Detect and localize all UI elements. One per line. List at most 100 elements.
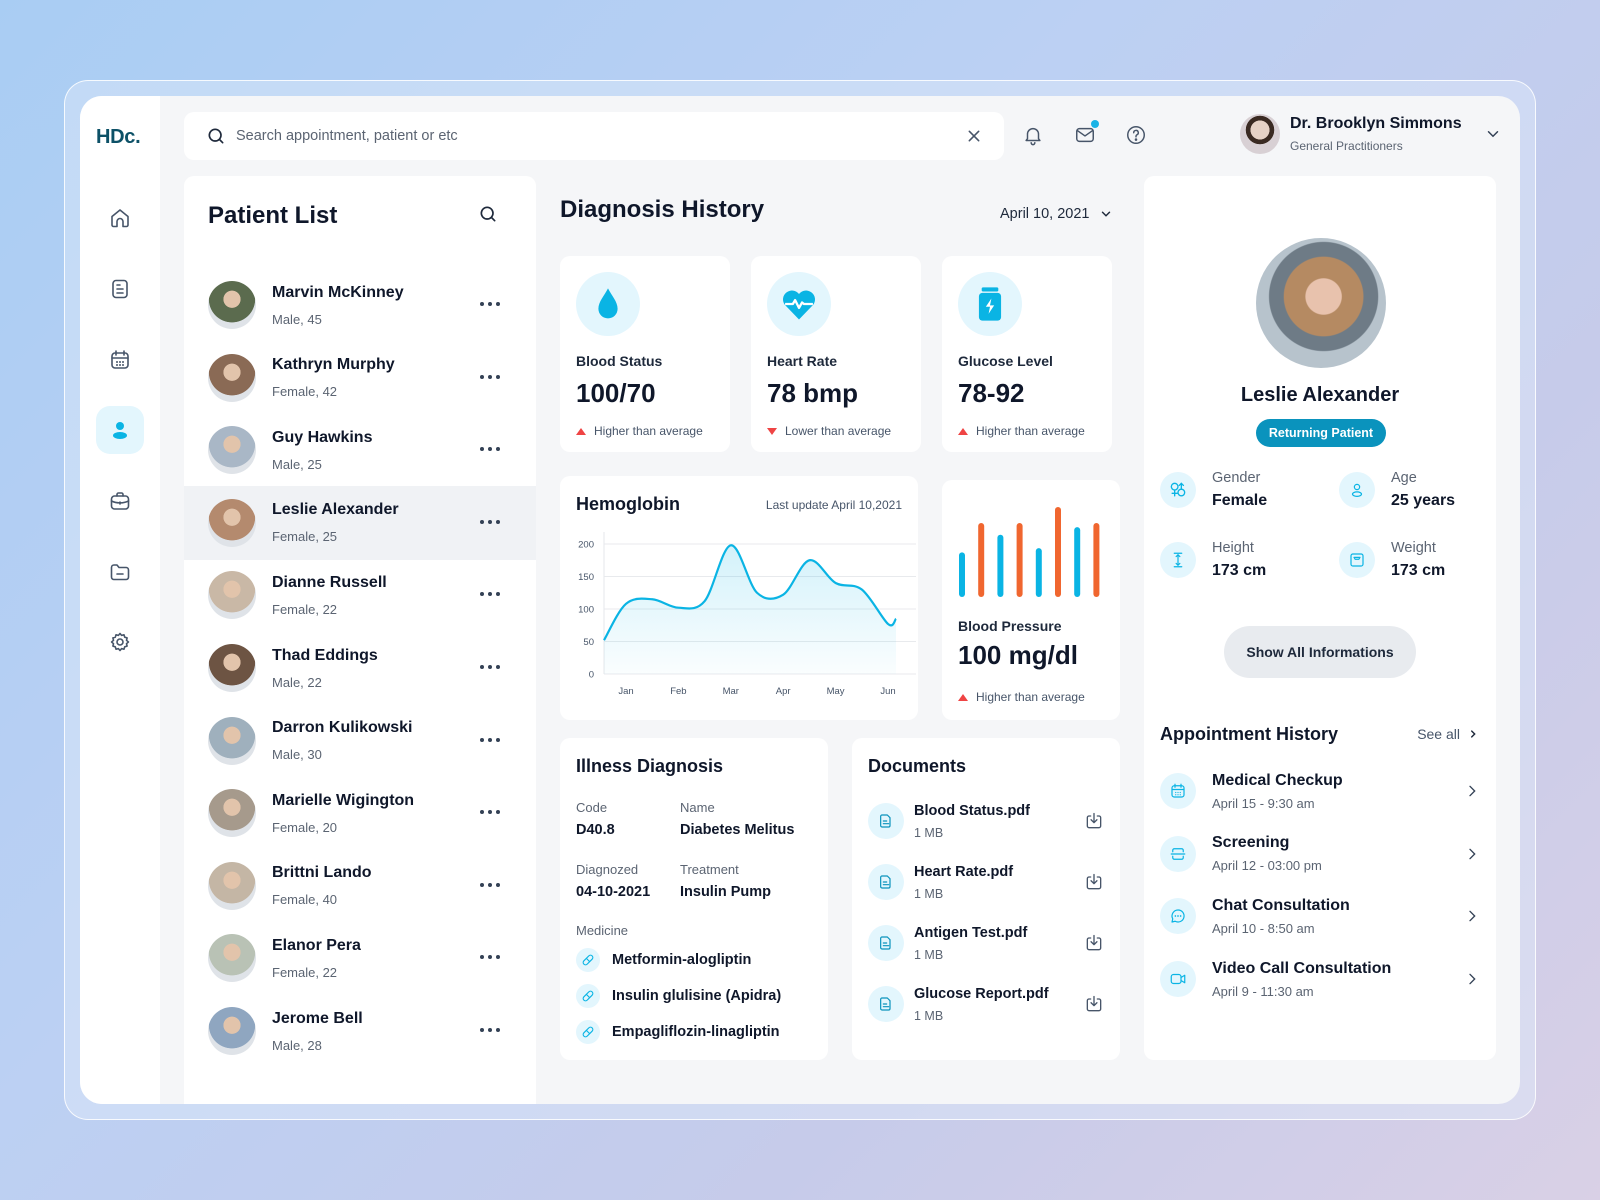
messages-button[interactable] [1072,120,1099,148]
bp-value: 100 mg/dl [958,640,1078,670]
attr-icon-bg [1339,472,1375,508]
patient-meta: Female, 22 [272,964,338,980]
trend-down-icon [767,427,777,435]
appointment-name: Screening [1212,834,1290,852]
appointment-name: Medical Checkup [1212,771,1343,789]
more-options-icon[interactable] [480,1024,504,1036]
stat-card-glucose[interactable]: Glucose Level 78-92 Higher than average [942,256,1112,452]
notifications-button[interactable] [1020,122,1046,148]
more-options-icon[interactable] [480,371,504,383]
document-icon [112,279,128,299]
download-icon[interactable] [1084,933,1104,953]
help-button[interactable] [1123,122,1149,148]
chevron-right-icon [1469,848,1476,860]
document-item[interactable]: Heart Rate.pdf 1 MB [868,857,1104,907]
patient-list-panel: Patient List Marvin McKinney Male, 45 Ka… [184,176,536,1104]
chevron-right-icon [1471,730,1476,738]
sidebar-item-folder[interactable] [96,548,144,596]
patient-row[interactable]: Brittni Lando Female, 40 [184,849,536,923]
search-icon[interactable] [478,204,498,224]
attr-value: Female [1212,492,1268,509]
user-profile-menu[interactable]: Dr. Brooklyn Simmons General Practitione… [1240,114,1502,154]
appointment-item[interactable]: Medical Checkup April 15 - 9:30 am [1160,766,1480,816]
search-input[interactable] [236,128,966,144]
download-icon[interactable] [1084,994,1104,1014]
more-options-icon[interactable] [480,443,504,455]
pill-icon [582,954,594,966]
more-options-icon[interactable] [480,298,504,310]
app-window: HDc. Search appointment, patient or etc … [80,96,1520,1104]
document-item[interactable]: Glucose Report.pdf 1 MB [868,979,1104,1029]
attr-age: Age 25 years [1339,470,1455,510]
patient-status-badge: Returning Patient [1256,419,1386,447]
patient-meta: Female, 20 [272,819,338,835]
more-options-icon[interactable] [480,806,504,818]
patient-row[interactable]: Thad Eddings Male, 22 [184,631,536,705]
appointment-icon-bg [1160,773,1196,809]
glucose-jar-icon [978,287,1002,321]
code-value: D40.8 [576,822,615,838]
patient-row[interactable]: Dianne Russell Female, 22 [184,558,536,632]
patient-row[interactable]: Marvin McKinney Male, 45 [184,268,536,342]
show-all-info-button[interactable]: Show All Informations [1224,626,1416,678]
document-item[interactable]: Blood Status.pdf 1 MB [868,796,1104,846]
patient-row[interactable]: Guy Hawkins Male, 25 [184,413,536,487]
more-options-icon[interactable] [480,516,504,528]
sidebar-item-briefcase[interactable] [96,477,144,525]
patient-row[interactable]: Elanor Pera Female, 22 [184,921,536,995]
pill-icon-bg [576,984,600,1008]
more-options-icon[interactable] [480,588,504,600]
attr-value: 173 cm [1391,562,1446,579]
patient-row[interactable]: Leslie Alexander Female, 25 [184,485,536,560]
appointment-item[interactable]: Screening April 12 - 03:00 pm [1160,829,1480,879]
sidebar-item-documents[interactable] [96,265,144,313]
patient-row[interactable]: Kathryn Murphy Female, 42 [184,341,536,415]
name-value: Diabetes Melitus [680,822,795,838]
document-size: 1 MB [914,886,944,901]
more-options-icon[interactable] [480,951,504,963]
app-logo[interactable]: HDc. [96,126,141,149]
x-tick-label: Apr [776,686,791,697]
file-icon [880,936,891,950]
patient-row[interactable]: Darron Kulikowski Male, 30 [184,704,536,778]
medicine-item: Metformin-alogliptin [576,948,751,972]
patient-avatar [208,861,256,910]
stat-card-heart-rate[interactable]: Heart Rate 78 bmp Lower than average [751,256,921,452]
close-icon[interactable] [966,128,982,144]
trend-up-icon [958,693,968,701]
documents-title: Documents [868,756,967,776]
more-options-icon[interactable] [480,734,504,746]
patient-row[interactable]: Jerome Bell Male, 28 [184,994,536,1068]
x-tick-label: Jan [618,686,633,697]
sidebar-item-patients[interactable] [96,406,144,454]
more-options-icon[interactable] [480,661,504,673]
download-icon[interactable] [1084,811,1104,831]
attr-label: Gender [1212,470,1261,486]
appointment-item[interactable]: Video Call Consultation April 9 - 11:30 … [1160,954,1480,1004]
sidebar-item-calendar[interactable] [96,336,144,384]
patient-meta: Male, 45 [272,311,322,327]
blood-pressure-card[interactable]: Blood Pressure 100 mg/dl Higher than ave… [942,480,1120,720]
illness-title: Illness Diagnosis [576,756,724,776]
more-options-icon[interactable] [480,879,504,891]
patient-row[interactable]: Marielle Wigington Female, 20 [184,776,536,850]
stat-trend: Higher than average [576,424,703,438]
patient-meta: Female, 25 [272,529,338,545]
download-icon[interactable] [1084,872,1104,892]
date-selector[interactable]: April 10, 2021 [1000,206,1113,222]
chart-subtitle: Last update April 10,2021 [765,498,902,512]
sidebar-item-settings[interactable] [96,618,144,666]
file-icon-bg [868,803,904,839]
briefcase-icon [110,492,130,510]
document-item[interactable]: Antigen Test.pdf 1 MB [868,918,1104,968]
bp-label: Blood Pressure [958,618,1062,634]
user-icon [113,422,127,439]
file-icon [880,814,891,828]
appointment-item[interactable]: Chat Consultation April 10 - 8:50 am [1160,891,1480,941]
gear-icon [110,632,130,652]
patient-meta: Male, 25 [272,456,322,472]
stat-card-blood-status[interactable]: Blood Status 100/70 Higher than average [560,256,730,452]
selected-date: April 10, 2021 [1000,206,1090,222]
see-all-link[interactable]: See all [1417,726,1478,742]
sidebar-item-home[interactable] [96,194,144,242]
